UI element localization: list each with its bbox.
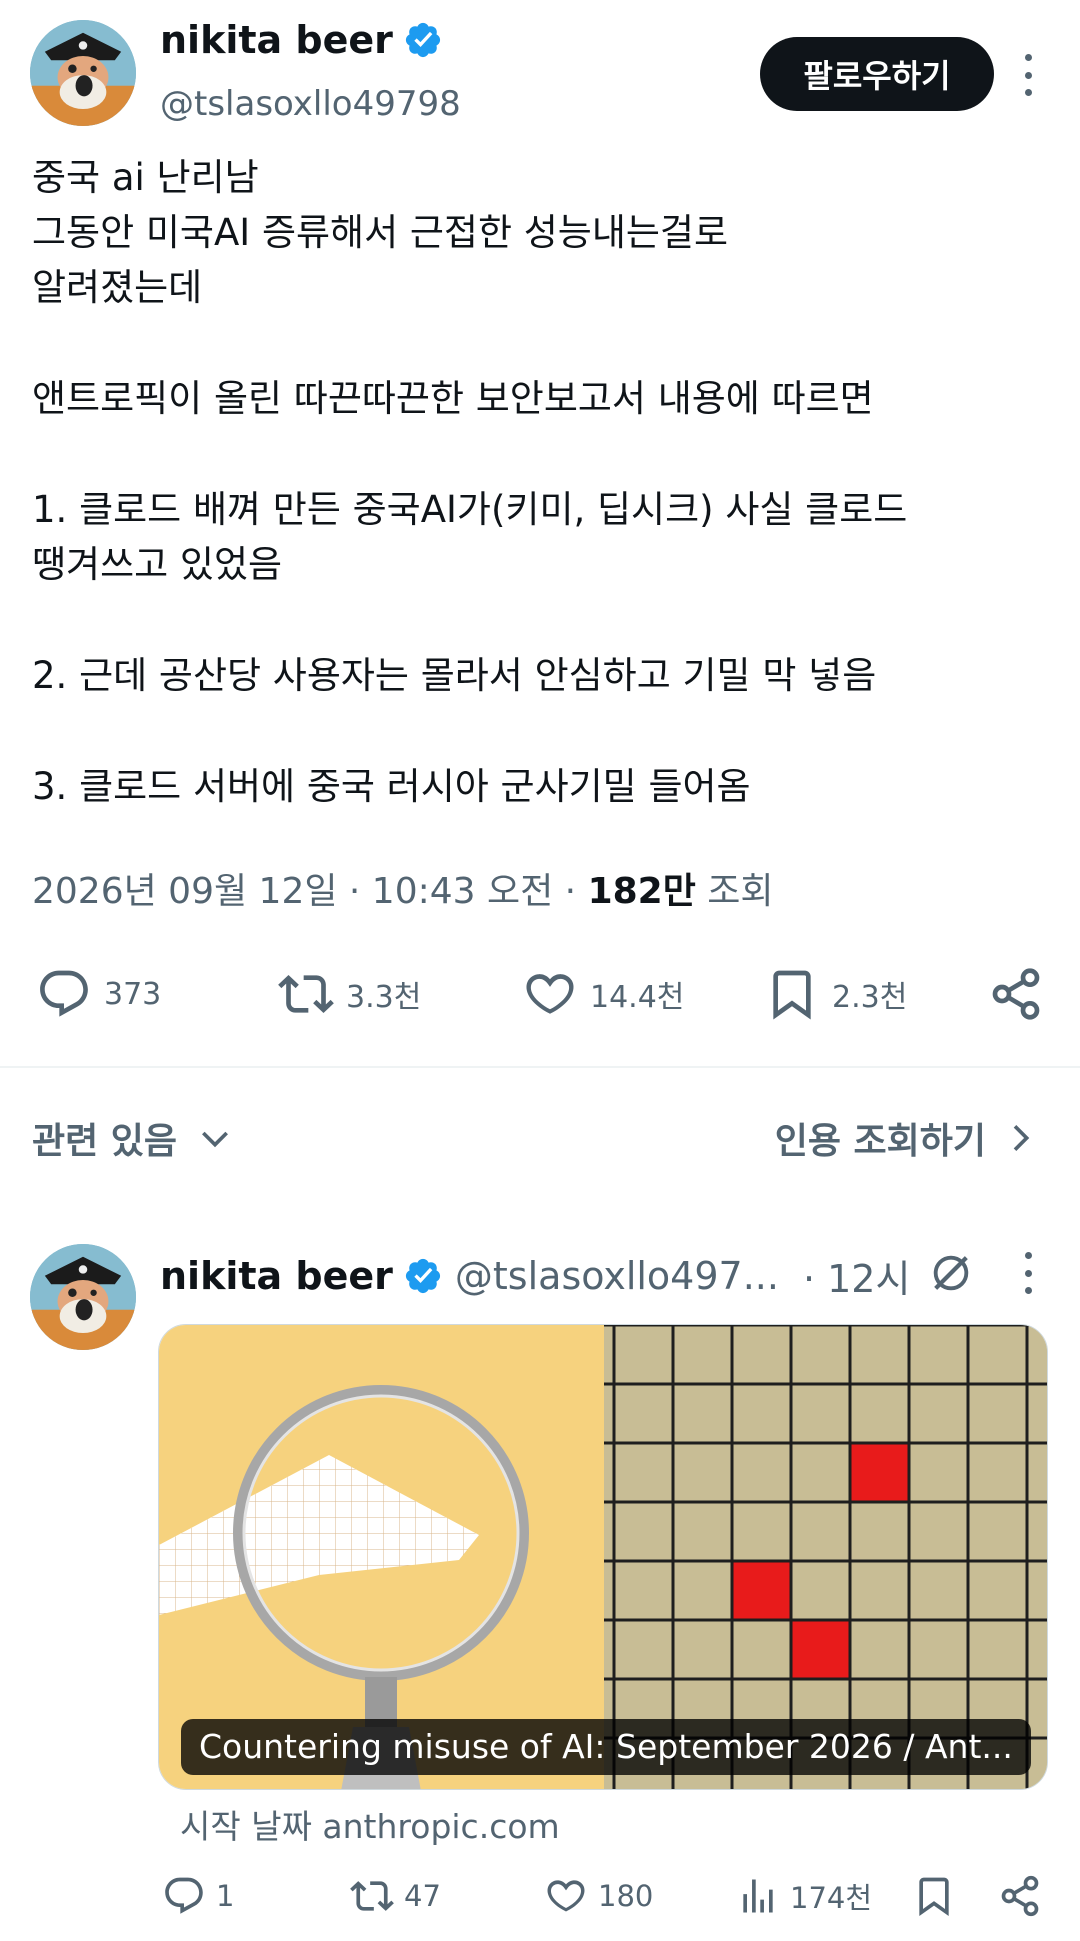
reply-button[interactable]: 1 <box>162 1868 234 1924</box>
tweet-line <box>32 315 1052 371</box>
share-button[interactable] <box>998 1868 1042 1924</box>
card-source[interactable]: 시작 날짜 anthropic.com <box>180 1800 560 1848</box>
avatar[interactable] <box>30 1244 136 1350</box>
grid-highlight-cell <box>732 1561 791 1620</box>
reply-count: 1 <box>216 1879 235 1913</box>
chevron-right-icon <box>1013 1125 1030 1151</box>
bookmark-button[interactable]: 2.3천 <box>764 962 907 1026</box>
quote-views-label: 인용 조회하기 <box>774 1121 986 1162</box>
retweet-count: 3.3천 <box>346 980 422 1015</box>
quote-views-link[interactable]: 인용 조회하기 <box>775 1112 1040 1164</box>
tweet-line: 중국 ai 난리남 <box>32 156 259 199</box>
bookmark-count: 2.3천 <box>832 980 908 1015</box>
quoted-action-bar: 1 47 180 174천 <box>0 1868 1080 1924</box>
divider <box>0 1066 1080 1068</box>
follow-button[interactable]: 팔로우하기 <box>760 37 994 111</box>
tweet-text: 중국 ai 난리남 그동안 미국AI 증류해서 근접한 성능내는걸로 알려졌는데… <box>32 150 1052 814</box>
bookmark-button[interactable] <box>912 1868 956 1924</box>
views-label: 조회 <box>695 871 774 912</box>
tweet-line: 알려졌는데 <box>32 266 203 309</box>
chevron-down-icon <box>202 1131 228 1148</box>
views-button[interactable]: 174천 <box>736 1868 872 1924</box>
reply-icon <box>40 970 88 1017</box>
action-bar: 373 3.3천 14.4천 2.3천 <box>0 962 1080 1026</box>
views-count: 174천 <box>790 1881 873 1915</box>
share-icon <box>992 968 1040 1020</box>
author-handle[interactable]: @tslasoxllo49798 <box>160 84 461 124</box>
author-row: nikita beer <box>160 18 443 62</box>
tweet-line: 앤트로픽이 올린 따끈따끈한 보안보고서 내용에 따르면 <box>32 377 874 420</box>
share-icon <box>1001 1875 1039 1917</box>
like-count: 180 <box>598 1879 654 1913</box>
bookmark-icon <box>919 1877 949 1917</box>
retweet-button[interactable]: 47 <box>350 1868 441 1924</box>
tweet-line: 1. 클로드 배껴 만든 중국AI가(키미, 딥시크) 사실 클로드 <box>32 488 908 531</box>
card-caption: Countering misuse of AI: September 2026 … <box>181 1719 1031 1775</box>
like-button[interactable]: 14.4천 <box>522 962 684 1026</box>
tweet-line: 땡겨쓰고 있었음 <box>32 543 283 586</box>
tweet-line: 그동안 미국AI 증류해서 근접한 성능내는걸로 <box>32 211 728 254</box>
reply-icon <box>165 1877 203 1914</box>
more-icon[interactable] <box>1020 1252 1036 1294</box>
verified-badge-icon[interactable] <box>403 1256 443 1296</box>
share-button[interactable] <box>988 962 1044 1026</box>
like-icon <box>526 974 574 1014</box>
verified-badge-icon[interactable] <box>403 20 443 60</box>
retweet-icon <box>350 1881 394 1911</box>
like-count: 14.4천 <box>590 980 685 1015</box>
retweet-count: 47 <box>404 1879 441 1913</box>
grok-icon[interactable] <box>928 1250 974 1296</box>
like-icon <box>547 1880 585 1912</box>
retweet-icon <box>278 975 334 1013</box>
link-card[interactable]: Countering misuse of AI: September 2026 … <box>158 1324 1048 1790</box>
tweet-date[interactable]: 2026년 09월 12일 · 10:43 오전 · <box>32 871 588 912</box>
reply-count: 373 <box>104 976 162 1012</box>
author-name[interactable]: nikita beer <box>160 18 393 62</box>
author-handle[interactable]: @tslasoxllo497... <box>455 1254 779 1298</box>
views-count: 182만 <box>587 871 696 912</box>
author-name[interactable]: nikita beer <box>160 1254 393 1298</box>
tweet-meta: 2026년 09월 12일 · 10:43 오전 · 182만 조회 <box>32 862 774 914</box>
tweet-line <box>32 592 1052 648</box>
tweet-line <box>32 703 1052 759</box>
avatar[interactable] <box>30 20 136 126</box>
like-button[interactable]: 180 <box>544 1868 653 1924</box>
views-icon <box>743 1879 773 1913</box>
quoted-tweet-header: nikita beer @tslasoxllo497... · 12시 <box>160 1248 910 1303</box>
bookmark-icon <box>773 970 811 1020</box>
retweet-button[interactable]: 3.3천 <box>278 962 421 1026</box>
tweet-line: 3. 클로드 서버에 중국 러시아 군사기밀 들어옴 <box>32 765 751 808</box>
related-label: 관련 있음 <box>32 1121 178 1162</box>
tweet-line <box>32 426 1052 482</box>
grid-highlight-cell <box>850 1443 909 1502</box>
reply-button[interactable]: 373 <box>36 962 161 1026</box>
tweet-line: 2. 근데 공산당 사용자는 몰라서 안심하고 기밀 막 넣음 <box>32 654 877 697</box>
grid-highlight-cell <box>791 1620 850 1679</box>
related-toggle[interactable]: 관련 있음 <box>32 1112 235 1164</box>
more-icon[interactable] <box>1020 54 1036 96</box>
tweet-time[interactable]: · 12시 <box>803 1248 910 1303</box>
